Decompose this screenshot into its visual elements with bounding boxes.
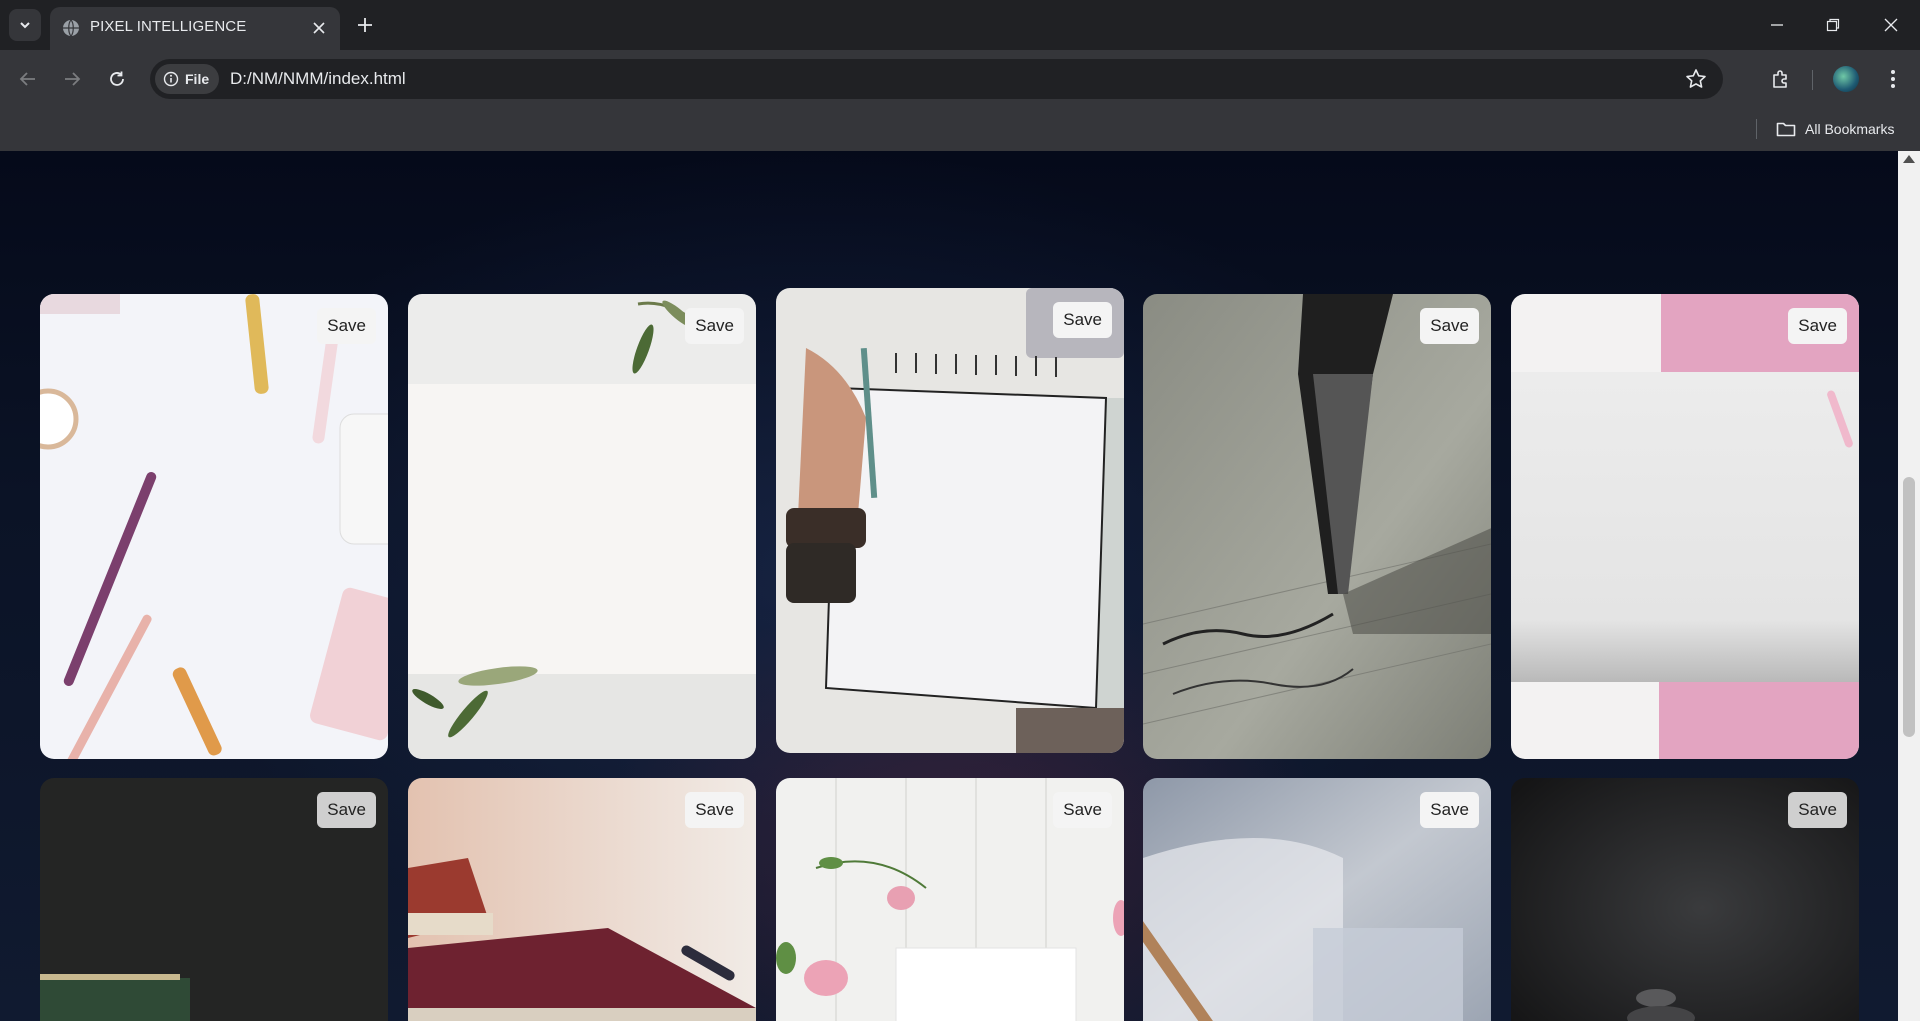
save-button[interactable]: Save xyxy=(1788,792,1847,828)
active-tab[interactable]: PIXEL INTELLIGENCE xyxy=(50,7,340,50)
page-viewport: Save Save Save Save Save Save Save Save … xyxy=(0,151,1920,1021)
arrow-right-icon xyxy=(65,72,81,86)
stationery-pens-image xyxy=(40,294,388,759)
save-button[interactable]: Save xyxy=(317,308,376,344)
arrow-left-icon xyxy=(19,72,35,86)
chevron-down-icon xyxy=(20,22,30,29)
save-button[interactable]: Save xyxy=(685,308,744,344)
image-card[interactable]: Save xyxy=(1511,294,1859,759)
url-text[interactable]: D:/NM/NMM/index.html xyxy=(230,69,406,89)
site-chip-label: File xyxy=(185,71,210,87)
new-tab-button[interactable] xyxy=(352,12,378,38)
save-button[interactable]: Save xyxy=(317,792,376,828)
bookmarks-divider xyxy=(1756,119,1757,139)
image-card[interactable]: Save xyxy=(408,294,756,759)
hand-sketchbook-image xyxy=(776,288,1124,753)
minimize-icon xyxy=(1771,24,1783,26)
restore-icon xyxy=(1826,18,1840,32)
window-close-button[interactable] xyxy=(1868,8,1914,42)
save-button[interactable]: Save xyxy=(1053,302,1112,338)
image-card[interactable]: Save xyxy=(40,778,388,1021)
extensions-button[interactable] xyxy=(1764,62,1798,96)
plus-icon xyxy=(358,18,372,32)
scroll-up-arrow[interactable] xyxy=(1903,155,1915,163)
image-card[interactable]: Save xyxy=(776,288,1124,753)
image-card[interactable]: Save xyxy=(1143,294,1491,759)
menu-button[interactable] xyxy=(1876,62,1910,96)
blank-paper-image xyxy=(408,294,756,759)
puzzle-icon xyxy=(1773,70,1787,88)
site-info-chip[interactable]: File xyxy=(155,64,220,94)
close-icon xyxy=(1884,18,1898,32)
save-button[interactable]: Save xyxy=(1788,308,1847,344)
all-bookmarks-label: All Bookmarks xyxy=(1805,121,1895,137)
tab-bar: PIXEL INTELLIGENCE xyxy=(0,0,1920,50)
toolbar-divider xyxy=(1812,70,1813,90)
browser-toolbar: File D:/NM/NMM/index.html xyxy=(0,50,1920,108)
profile-avatar[interactable] xyxy=(1833,66,1859,92)
folder-icon xyxy=(1776,122,1796,137)
forward-button[interactable] xyxy=(55,62,89,96)
all-bookmarks-button[interactable]: All Bookmarks xyxy=(1776,116,1894,142)
tab-close-button[interactable] xyxy=(308,17,330,39)
tab-search-button[interactable] xyxy=(9,9,41,41)
info-icon xyxy=(163,71,179,87)
save-button[interactable]: Save xyxy=(1420,308,1479,344)
more-vert-icon xyxy=(1891,70,1895,88)
tab-title: PIXEL INTELLIGENCE xyxy=(90,18,247,35)
image-card[interactable]: Save xyxy=(1143,778,1491,1021)
image-card[interactable]: Save xyxy=(1511,778,1859,1021)
save-button[interactable]: Save xyxy=(685,792,744,828)
reload-icon xyxy=(110,71,124,86)
minimize-button[interactable] xyxy=(1754,8,1800,42)
close-icon xyxy=(313,22,325,34)
restore-button[interactable] xyxy=(1810,8,1856,42)
address-bar[interactable]: File D:/NM/NMM/index.html xyxy=(150,59,1723,99)
pink-frame-image xyxy=(1511,294,1859,759)
globe-icon xyxy=(63,19,79,37)
fountain-pen-image xyxy=(1143,294,1491,759)
save-button[interactable]: Save xyxy=(1420,792,1479,828)
back-button[interactable] xyxy=(11,62,45,96)
scrollbar-thumb[interactable] xyxy=(1903,477,1915,737)
star-icon[interactable] xyxy=(1685,68,1707,90)
page-scrollbar[interactable] xyxy=(1898,151,1920,1021)
image-card[interactable]: Save xyxy=(40,294,388,759)
image-card[interactable]: Save xyxy=(408,778,756,1021)
save-button[interactable]: Save xyxy=(1053,792,1112,828)
image-card[interactable]: Save xyxy=(776,778,1124,1021)
reload-button[interactable] xyxy=(100,62,134,96)
bookmarks-bar: All Bookmarks xyxy=(0,108,1920,151)
